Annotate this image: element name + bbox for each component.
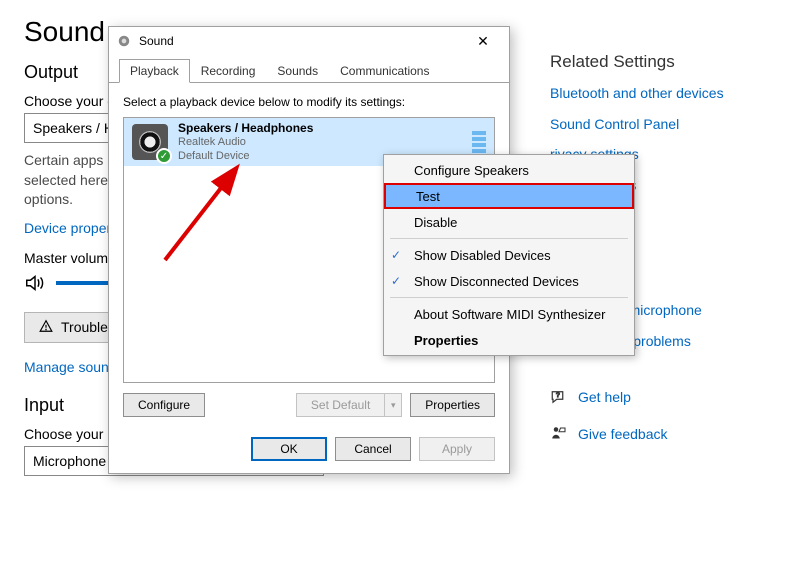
output-device-value: Speakers / H xyxy=(33,120,114,136)
menu-item-label: Disable xyxy=(414,215,457,230)
tab-recording[interactable]: Recording xyxy=(190,59,267,83)
menu-item-label: Show Disabled Devices xyxy=(414,248,551,263)
device-icon: ✓ xyxy=(132,124,168,160)
menu-item-label: About Software MIDI Synthesizer xyxy=(414,307,605,322)
device-context-menu[interactable]: Configure Speakers Test Disable ✓ Show Disab… xyxy=(383,154,635,356)
tab-communications[interactable]: Communications xyxy=(329,59,440,83)
menu-item-label: Properties xyxy=(414,333,478,348)
dialog-instruction: Select a playback device below to modify… xyxy=(123,95,495,109)
dialog-speaker-icon xyxy=(117,34,131,48)
menu-separator xyxy=(390,238,628,239)
dialog-tabs: Playback Recording Sounds Communications xyxy=(109,55,509,83)
speaker-icon xyxy=(24,272,46,294)
tab-sounds[interactable]: Sounds xyxy=(266,59,329,83)
link-control-panel[interactable]: Sound Control Panel xyxy=(550,111,780,138)
tab-playback[interactable]: Playback xyxy=(119,59,190,83)
ok-button[interactable]: OK xyxy=(251,437,327,461)
device-name: Speakers / Headphones xyxy=(178,121,313,136)
menu-item-properties[interactable]: Properties xyxy=(384,327,634,353)
related-heading: Related Settings xyxy=(550,52,780,72)
get-help-label: Get help xyxy=(578,384,631,411)
configure-button[interactable]: Configure xyxy=(123,393,205,417)
warning-icon xyxy=(39,319,53,336)
menu-item-show-disconnected-devices[interactable]: ✓ Show Disconnected Devices xyxy=(384,268,634,294)
properties-button[interactable]: Properties xyxy=(410,393,495,417)
dialog-titlebar[interactable]: Sound ✕ xyxy=(109,27,509,55)
give-feedback-label: Give feedback xyxy=(578,421,668,448)
checkmark-icon: ✓ xyxy=(391,248,401,262)
get-help-link[interactable]: ? Get help xyxy=(550,384,780,411)
give-feedback-link[interactable]: Give feedback xyxy=(550,421,780,448)
menu-item-disable[interactable]: Disable xyxy=(384,209,634,235)
checkmark-icon: ✓ xyxy=(391,274,401,288)
menu-item-label: Configure Speakers xyxy=(414,163,529,178)
device-driver: Realtek Audio xyxy=(178,136,313,150)
chevron-down-icon: ▾ xyxy=(384,393,402,417)
menu-item-label: Show Disconnected Devices xyxy=(414,274,579,289)
menu-item-show-disabled-devices[interactable]: ✓ Show Disabled Devices xyxy=(384,242,634,268)
close-icon[interactable]: ✕ xyxy=(465,29,501,53)
menu-item-configure-speakers[interactable]: Configure Speakers xyxy=(384,157,634,183)
checkmark-icon: ✓ xyxy=(156,148,172,164)
help-icon: ? xyxy=(550,388,568,406)
set-default-label: Set Default xyxy=(296,393,384,417)
cancel-button[interactable]: Cancel xyxy=(335,437,411,461)
set-default-button: Set Default ▾ xyxy=(296,393,402,417)
device-status: Default Device xyxy=(178,150,313,164)
link-bluetooth[interactable]: Bluetooth and other devices xyxy=(550,80,780,107)
menu-item-about-software-midi-synthesizer[interactable]: About Software MIDI Synthesizer xyxy=(384,301,634,327)
svg-text:?: ? xyxy=(556,392,560,399)
dialog-title: Sound xyxy=(139,34,457,48)
menu-item-test[interactable]: Test xyxy=(384,183,634,209)
menu-separator xyxy=(390,297,628,298)
menu-item-label: Test xyxy=(416,189,440,204)
feedback-icon xyxy=(550,425,568,443)
apply-button: Apply xyxy=(419,437,495,461)
